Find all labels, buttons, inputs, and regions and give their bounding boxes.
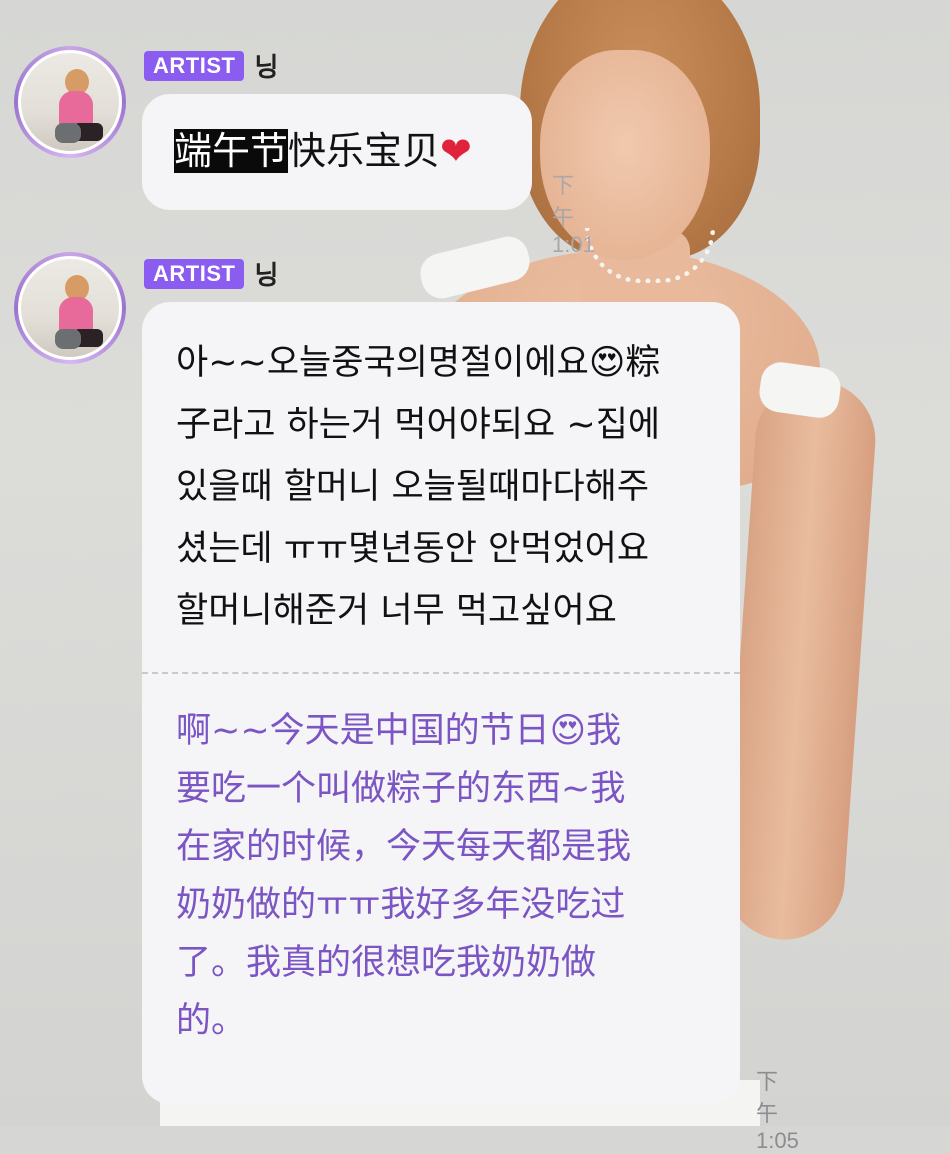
avatar-photo <box>18 256 122 360</box>
artist-badge: ARTIST <box>144 258 245 289</box>
avatar-figure-bag <box>55 329 81 349</box>
original-message-text: 아~~오늘중국의명절이에요😍粽 子라고 하는거 먹어야되요 ~집에 있을때 할머… <box>176 343 661 631</box>
message-bubble[interactable]: 아~~오늘중국의명절이에요😍粽 子라고 하는거 먹어야되요 ~집에 있을때 할머… <box>142 302 740 1104</box>
message-text: 端午节快乐宝贝❤ <box>174 128 532 174</box>
highlighted-text: 端午节 <box>174 129 289 173</box>
artist-avatar[interactable] <box>14 252 126 364</box>
artist-avatar[interactable] <box>14 46 126 158</box>
sender-row: ARTIST 닝 <box>144 255 278 292</box>
message-timestamp: 下午1:01 <box>552 173 595 257</box>
heart-icon: ❤ <box>440 129 472 173</box>
message-text-rest: 快乐宝贝 <box>288 129 441 173</box>
translation-divider <box>142 672 740 674</box>
avatar-photo <box>18 50 122 154</box>
sender-row: ARTIST 닝 <box>144 47 278 84</box>
translated-message-text: 啊~~今天是中国的节日😍我 要吃一个叫做粽子的东西~我 在家的时候，今天每天都是… <box>176 711 632 1041</box>
sender-name[interactable]: 닝 <box>254 47 278 84</box>
avatar-figure-bag <box>55 123 81 143</box>
artist-badge: ARTIST <box>144 50 245 81</box>
message-timestamp: 下午1:05 <box>756 1069 799 1153</box>
sender-name[interactable]: 닝 <box>254 255 278 292</box>
message-bubble[interactable]: 端午节快乐宝贝❤ <box>142 94 532 210</box>
